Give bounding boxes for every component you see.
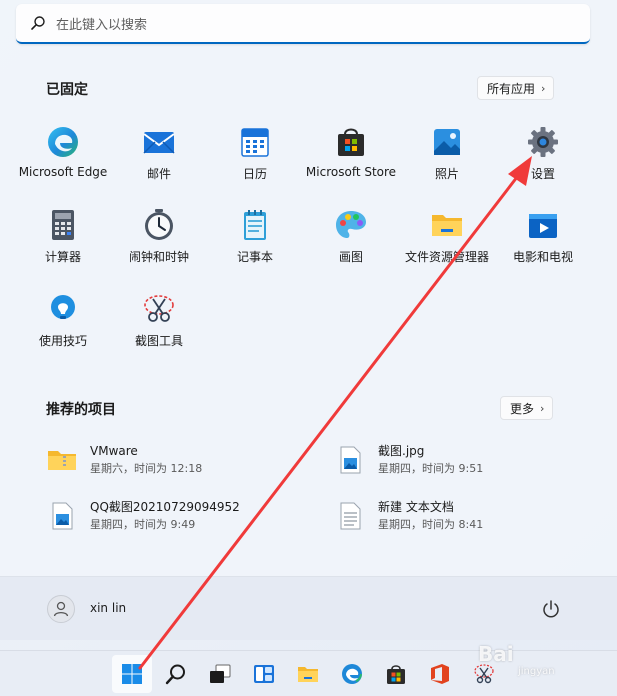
calendar-icon [237, 124, 273, 160]
search-box[interactable]: 在此键入以搜索 [16, 4, 590, 44]
item-name: QQ截图20210729094952 [90, 500, 240, 514]
tips-icon [45, 291, 81, 327]
app-alarms-clock[interactable]: 闹钟和时钟 [111, 207, 207, 273]
notepad-icon [237, 207, 273, 243]
item-name: VMware [90, 444, 138, 458]
app-movies-tv[interactable]: 电影和电视 [495, 207, 591, 273]
widgets-button[interactable] [244, 655, 284, 693]
app-label: 使用技巧 [38, 334, 87, 348]
search-icon [165, 664, 185, 685]
image-file-icon [46, 500, 78, 532]
app-label: 计算器 [44, 250, 81, 264]
recommended-item[interactable]: QQ截图20210729094952 星期四，时间为 9:49 [46, 494, 306, 538]
power-icon[interactable] [540, 598, 562, 620]
all-apps-button[interactable]: 所有应用 › [477, 76, 555, 100]
app-settings[interactable]: 设置 [495, 124, 591, 190]
app-paint[interactable]: 画图 [303, 207, 399, 273]
app-microsoft-edge[interactable]: Microsoft Edge [15, 124, 111, 190]
app-label: 文件资源管理器 [404, 250, 489, 264]
item-time: 星期四，时间为 9:49 [90, 518, 196, 531]
recommended-item[interactable]: VMware 星期六，时间为 12:18 [46, 438, 306, 482]
office-icon [431, 664, 449, 684]
taskbar-edge[interactable] [332, 655, 372, 693]
store-icon [387, 665, 405, 684]
recommended-item[interactable]: 新建 文本文档 星期四，时间为 8:41 [334, 494, 594, 538]
movies-icon [525, 207, 561, 243]
snipping-tool-icon [141, 291, 177, 327]
app-label: 电影和电视 [512, 250, 573, 264]
pinned-title: 已固定 [46, 82, 88, 98]
task-view-button[interactable] [200, 655, 240, 693]
app-snipping-tool[interactable]: 截图工具 [111, 291, 207, 357]
mail-icon [141, 124, 177, 160]
more-label: 更多 [510, 401, 535, 416]
app-label: 日历 [242, 167, 267, 181]
user-icon [53, 601, 69, 617]
app-tips[interactable]: 使用技巧 [15, 291, 111, 357]
chevron-right-icon: › [540, 401, 545, 415]
app-calculator[interactable]: 计算器 [15, 207, 111, 273]
watermark-sub: jingyan [518, 666, 555, 677]
paint-icon [333, 207, 369, 243]
item-name: 新建 文本文档 [378, 500, 454, 514]
zip-folder-icon [46, 444, 78, 476]
app-label: Microsoft Edge [18, 165, 108, 179]
app-label: 邮件 [146, 167, 171, 181]
widgets-icon [254, 665, 274, 683]
search-placeholder: 在此键入以搜索 [56, 17, 148, 33]
item-time: 星期四，时间为 9:51 [378, 462, 484, 475]
item-name: 截图.jpg [378, 444, 425, 458]
photos-icon [429, 124, 465, 160]
windows-icon [122, 664, 142, 684]
taskbar-file-explorer[interactable] [288, 655, 328, 693]
folder-icon [429, 207, 465, 243]
item-time: 星期四，时间为 8:41 [378, 518, 484, 531]
app-file-explorer[interactable]: 文件资源管理器 [399, 207, 495, 273]
app-calendar[interactable]: 日历 [207, 124, 303, 190]
store-icon [333, 124, 369, 160]
app-label: 记事本 [236, 250, 273, 264]
edge-icon [45, 124, 81, 160]
app-notepad[interactable]: 记事本 [207, 207, 303, 273]
taskbar-store[interactable] [376, 655, 416, 693]
gear-icon [525, 124, 561, 160]
item-time: 星期六，时间为 12:18 [90, 462, 203, 475]
baidu-watermark: Bai jingyan [478, 642, 555, 677]
calculator-icon [45, 207, 81, 243]
more-button[interactable]: 更多 › [500, 396, 554, 420]
start-button[interactable] [112, 655, 152, 693]
all-apps-label: 所有应用 [487, 81, 536, 96]
edge-icon [342, 664, 362, 684]
text-file-icon [334, 500, 366, 532]
recommended-title: 推荐的项目 [46, 402, 116, 418]
avatar[interactable] [47, 595, 75, 623]
folder-icon [298, 667, 318, 682]
app-label: Microsoft Store [305, 165, 397, 179]
image-file-icon [334, 444, 366, 476]
watermark-text: Bai [478, 642, 514, 666]
recommended-item[interactable]: 截图.jpg 星期四，时间为 9:51 [334, 438, 594, 482]
app-photos[interactable]: 照片 [399, 124, 495, 190]
taskbar-office[interactable] [420, 655, 460, 693]
app-mail[interactable]: 邮件 [111, 124, 207, 190]
chevron-right-icon: › [541, 81, 546, 95]
app-microsoft-store[interactable]: Microsoft Store [303, 124, 399, 190]
task-view-icon [210, 664, 231, 683]
app-label: 画图 [338, 250, 363, 264]
app-label: 截图工具 [134, 334, 183, 348]
user-name[interactable]: xin lin [90, 601, 126, 615]
taskbar-search-button[interactable] [156, 655, 196, 693]
search-icon [31, 16, 45, 30]
app-label: 设置 [530, 167, 555, 181]
app-label: 照片 [434, 167, 459, 181]
clock-icon [141, 207, 177, 243]
app-label: 闹钟和时钟 [128, 250, 189, 264]
